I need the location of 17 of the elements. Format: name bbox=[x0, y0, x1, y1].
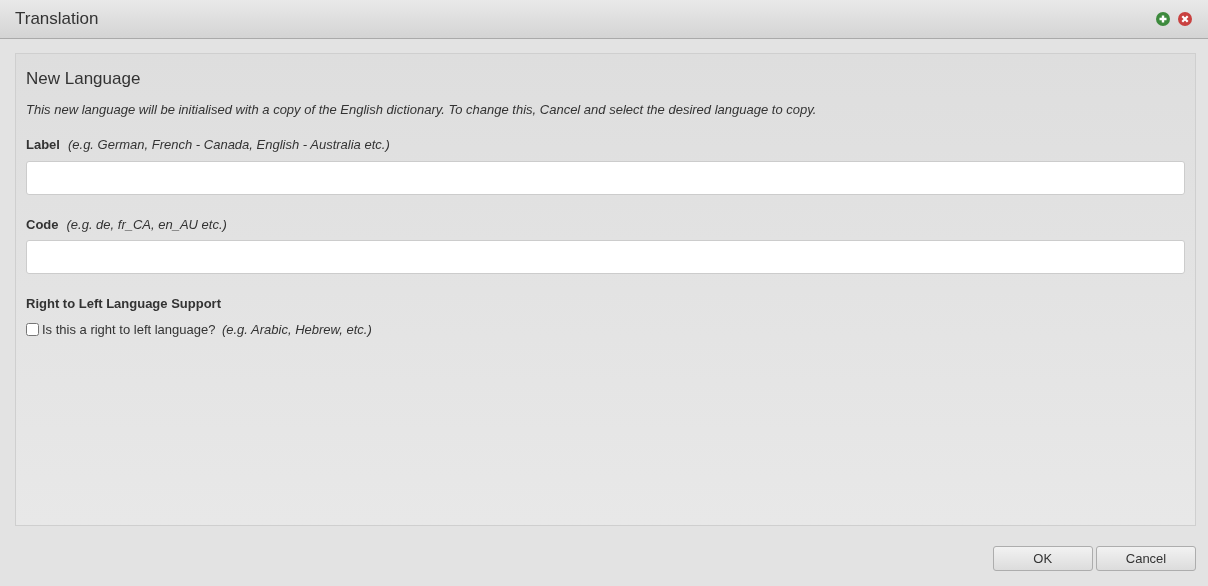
add-icon[interactable] bbox=[1154, 11, 1171, 27]
input-field[interactable] bbox=[26, 240, 1185, 274]
dialog-button[interactable]: OK bbox=[992, 546, 1093, 571]
hint-text: (e.g. Arabic, Hebrew, etc.) bbox=[221, 321, 372, 339]
hint-text: (e.g. de, fr_CA, en_AU etc.) bbox=[66, 216, 227, 232]
field-label: Label bbox=[26, 137, 60, 152]
hint-text: (e.g. German, French - Canada, English - Australia etc.) bbox=[67, 137, 390, 152]
field-label: Code bbox=[26, 216, 59, 232]
checkbox-label[interactable]: Is this a right to left language? bbox=[42, 320, 216, 340]
window-title: Translation bbox=[15, 8, 99, 31]
description-text: This new language will be initialised with a copy of the English dictionary. To change this, Cancel and select the desired language to copy. bbox=[26, 100, 818, 119]
close-icon[interactable] bbox=[1177, 11, 1193, 27]
dialog-button[interactable]: Cancel bbox=[1096, 546, 1196, 571]
panel-title: New Language bbox=[26, 68, 142, 90]
section-heading: Right to Left Language Support bbox=[26, 295, 222, 313]
rtl-checkbox[interactable] bbox=[26, 323, 39, 337]
input-field[interactable] bbox=[26, 160, 1185, 195]
